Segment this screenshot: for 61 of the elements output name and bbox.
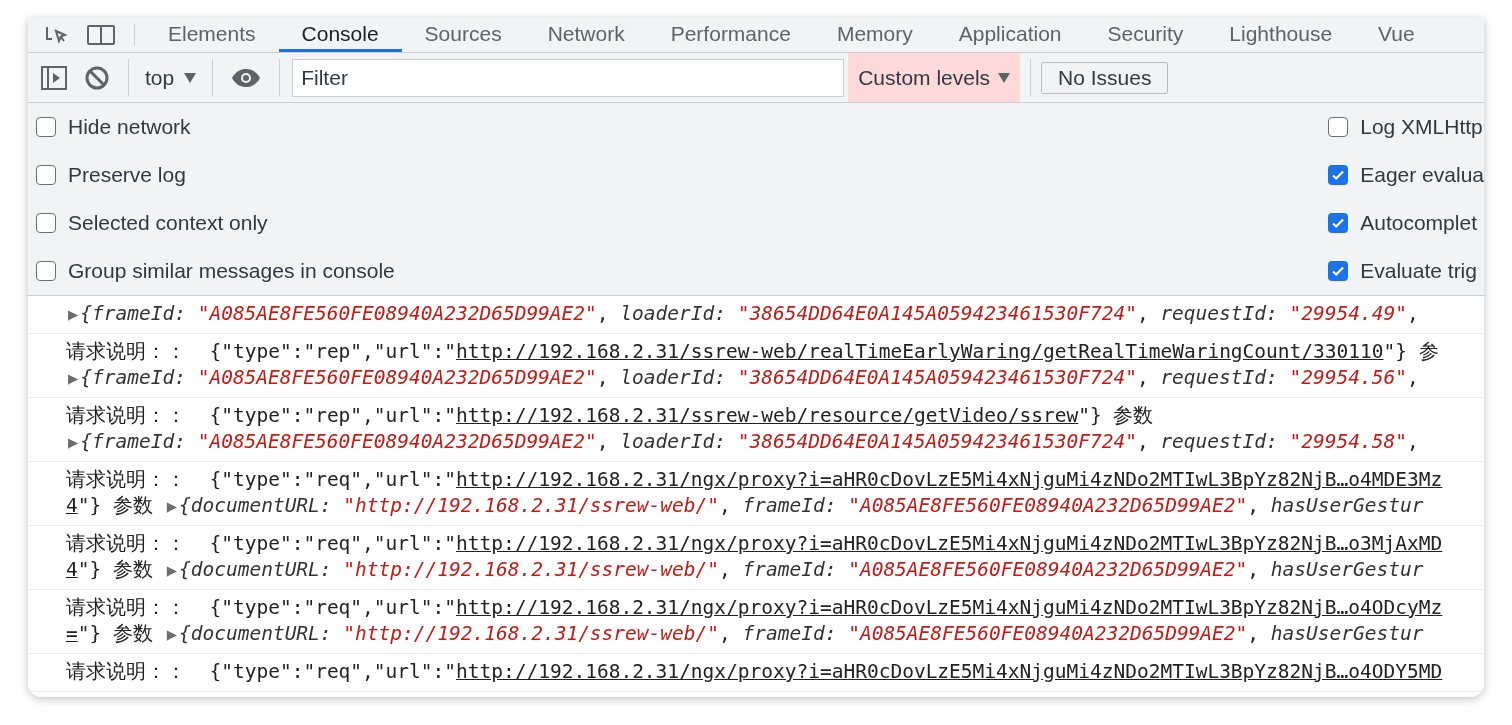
setting-label: Autocomplet [1360, 211, 1477, 235]
expand-toggle[interactable]: ▶ [66, 368, 81, 388]
log-message: ▶{frameId: "A085AE8FE560FE08940A232D65D99AE2", loaderId: "38654DD64E0A145A059423461530F724", requestId: "29954.58", [66, 429, 1420, 455]
expand-toggle[interactable]: ▶ [164, 624, 179, 644]
log-message: 4"} 参数 ▶{documentURL: "http://192.168.2.31/ssrew-web/", frameId: "A085AE8FE560FE08940A232D65D99AE2", hasUserGestur [66, 493, 1425, 519]
check-icon [1331, 216, 1346, 230]
panel-tab[interactable]: Sources [401, 18, 525, 52]
expand-toggle[interactable]: ▶ [164, 496, 179, 516]
checkbox[interactable] [1328, 165, 1349, 185]
checkbox[interactable] [36, 213, 56, 233]
check-icon [1331, 168, 1346, 182]
log-levels-dropdown[interactable]: Custom levels [848, 53, 1021, 102]
log-message: 请求说明：： {"type":"req","url":"http://192.168.2.31/ngx/proxy?i=aHR0cDovLzE5Mi4xNjguMi4zNDo2MTIwL3BpYz82NjB…o4ODcyMz [66, 595, 1444, 621]
log-message: ▶{frameId: "A085AE8FE560FE08940A232D65D99AE2", loaderId: "38654DD64E0A145A059423461530F724", requestId: "29954.49", [66, 301, 1420, 327]
url-link[interactable]: http://192.168.2.31/ssrew-web/realTimeEarlyWaring/getRealTimeWaringCount/330110 [456, 340, 1384, 363]
panel-tab[interactable]: Vue [1355, 18, 1438, 52]
panel-tab[interactable]: Elements [145, 18, 279, 52]
panel-tab[interactable]: Lighthouse [1206, 18, 1356, 52]
setting-label: Log XMLHttp [1360, 115, 1483, 139]
setting-label: Eager evalua [1360, 163, 1484, 187]
caret-icon [184, 72, 197, 83]
panel-tab[interactable]: Network [524, 18, 648, 52]
context-selector[interactable]: top [139, 65, 203, 90]
checkbox[interactable] [1328, 261, 1349, 281]
setting-label: Group similar messages in console [68, 259, 395, 283]
url-link[interactable]: http://192.168.2.31/ngx/proxy?i=aHR0cDovLzE5Mi4xNjguMi4zNDo2MTIwL3BpYz82NjB…o4ODY5MD [456, 660, 1443, 683]
caret-icon [998, 72, 1011, 83]
filter-field[interactable]: Filter [292, 58, 845, 97]
setting-label: Evaluate trig [1360, 259, 1477, 283]
log-message: 请求说明：： {"type":"rep","url":"http://192.168.2.31/ssrew-web/realTimeEarlyWaring/getRealTimeWaringCount/330110"} 参 [66, 339, 1440, 365]
checkbox[interactable] [36, 165, 56, 185]
url-link[interactable]: = [66, 622, 78, 645]
check-icon [1331, 264, 1346, 278]
panel-tab[interactable]: Performance [647, 18, 814, 52]
setting-label: Selected context only [68, 211, 268, 235]
url-link[interactable]: 4 [66, 494, 78, 517]
url-link[interactable]: http://192.168.2.31/ngx/proxy?i=aHR0cDovLzE5Mi4xNjguMi4zNDo2MTIwL3BpYz82NjB…o4ODcyMz [456, 596, 1443, 619]
url-link[interactable]: http://192.168.2.31/ssrew-web/resource/getVideo/ssrew [456, 404, 1079, 427]
setting-label: Hide network [68, 115, 191, 139]
setting-label: Preserve log [68, 163, 186, 187]
log-message: 请求说明：： {"type":"req","url":"http://192.168.2.31/ngx/proxy?i=aHR0cDovLzE5Mi4xNjguMi4zNDo2MTIwL3BpYz82NjB…o4ODY5MD [66, 659, 1444, 685]
log-message: 4"} 参数 ▶{documentURL: "http://192.168.2.31/ssrew-web/", frameId: "A085AE8FE560FE08940A232D65D99AE2", hasUserGestur [66, 557, 1425, 583]
expand-toggle[interactable]: ▶ [66, 304, 81, 324]
expand-toggle[interactable]: ▶ [66, 432, 81, 452]
checkbox[interactable] [1328, 117, 1349, 137]
panel-tab[interactable]: Security [1084, 18, 1207, 52]
url-link[interactable]: http://192.168.2.31/ngx/proxy?i=aHR0cDovLzE5Mi4xNjguMi4zNDo2MTIwL3BpYz82NjB…o4MDE3Mz [456, 468, 1443, 491]
url-link[interactable]: http://192.168.2.31/ngx/proxy?i=aHR0cDovLzE5Mi4xNjguMi4zNDo2MTIwL3BpYz82NjB…o3MjAxMD [456, 532, 1443, 555]
checkbox[interactable] [36, 117, 56, 137]
log-message: 请求说明：： {"type":"req","url":"http://192.168.2.31/ngx/proxy?i=aHR0cDovLzE5Mi4xNjguMi4zNDo2MTIwL3BpYz82NjB…o4MDE3Mz [66, 467, 1444, 493]
expand-toggle[interactable]: ▶ [164, 560, 179, 580]
issues-button[interactable]: No Issues [1041, 61, 1169, 94]
checkbox[interactable] [1328, 213, 1349, 233]
panel-tab[interactable]: Memory [813, 18, 936, 52]
log-message: ="} 参数 ▶{documentURL: "http://192.168.2.31/ssrew-web/", frameId: "A085AE8FE560FE08940A232D65D99AE2", hasUserGestur [66, 621, 1425, 647]
log-message: 请求说明：： {"type":"rep","url":"http://192.168.2.31/ssrew-web/resource/getVideo/ssrew"} 参数 [66, 403, 1155, 429]
log-message: 请求说明：： {"type":"req","url":"http://192.168.2.31/ngx/proxy?i=aHR0cDovLzE5Mi4xNjguMi4zNDo2MTIwL3BpYz82NjB…o3MjAxMD [66, 531, 1444, 557]
log-message: ▶{frameId: "A085AE8FE560FE08940A232D65D99AE2", loaderId: "38654DD64E0A145A059423461530F724", requestId: "29954.56", [66, 365, 1420, 391]
checkbox[interactable] [36, 261, 56, 281]
url-link[interactable]: 4 [66, 558, 78, 581]
panel-tab[interactable]: Application [935, 18, 1085, 52]
